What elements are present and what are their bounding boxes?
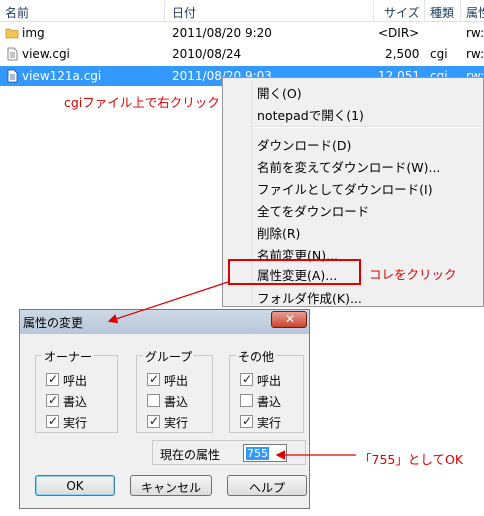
arrow-to-dialog (107, 281, 229, 324)
annotation-arrows (107, 281, 356, 460)
